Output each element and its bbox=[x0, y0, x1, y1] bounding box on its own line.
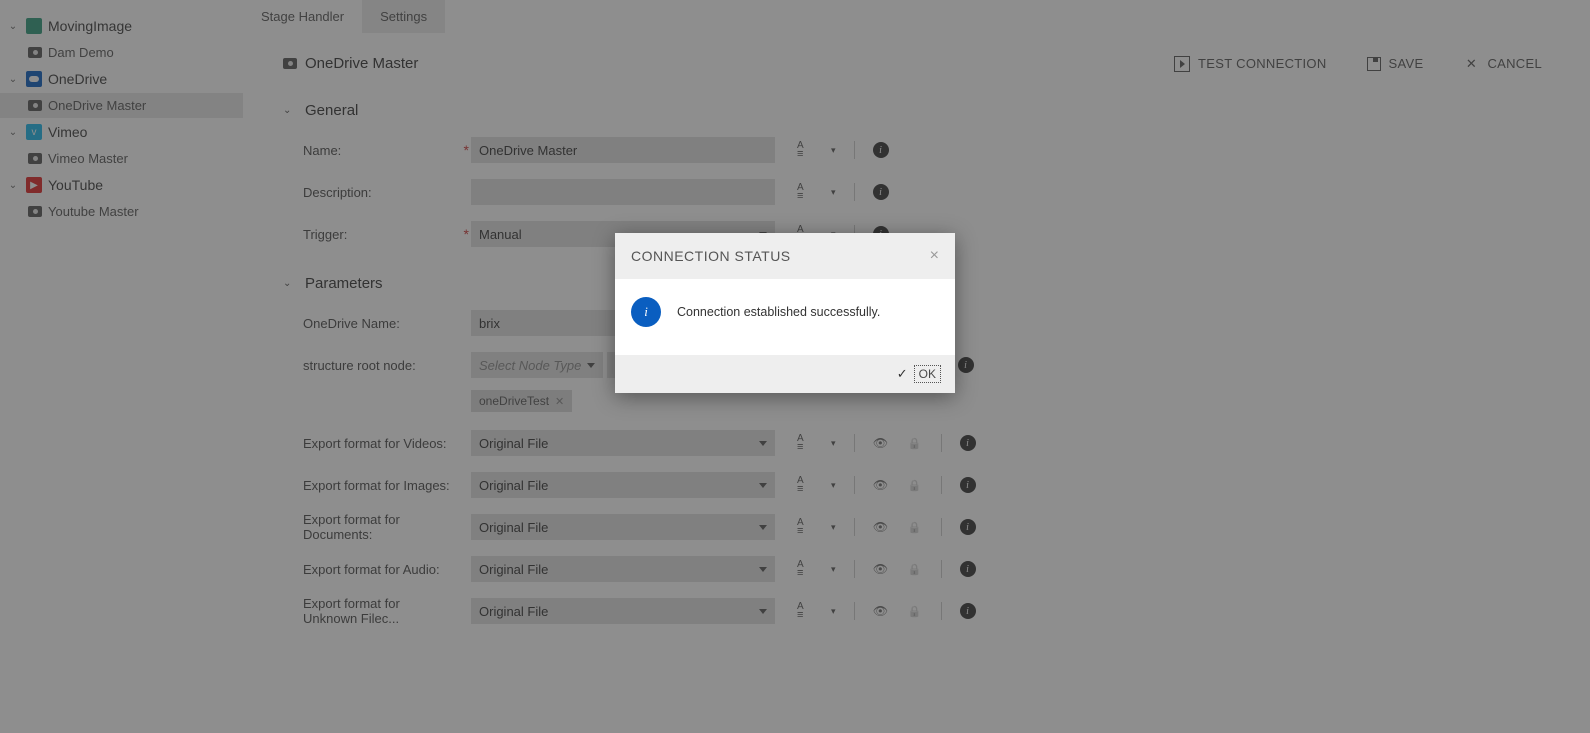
dialog-message: Connection established successfully. bbox=[677, 305, 880, 319]
info-icon: i bbox=[631, 297, 661, 327]
dialog-title: CONNECTION STATUS bbox=[631, 248, 791, 264]
close-icon[interactable]: × bbox=[930, 247, 939, 265]
ok-button[interactable]: OK bbox=[914, 365, 941, 383]
dialog-connection-status: CONNECTION STATUS × i Connection establi… bbox=[615, 233, 955, 393]
check-icon bbox=[897, 366, 908, 382]
